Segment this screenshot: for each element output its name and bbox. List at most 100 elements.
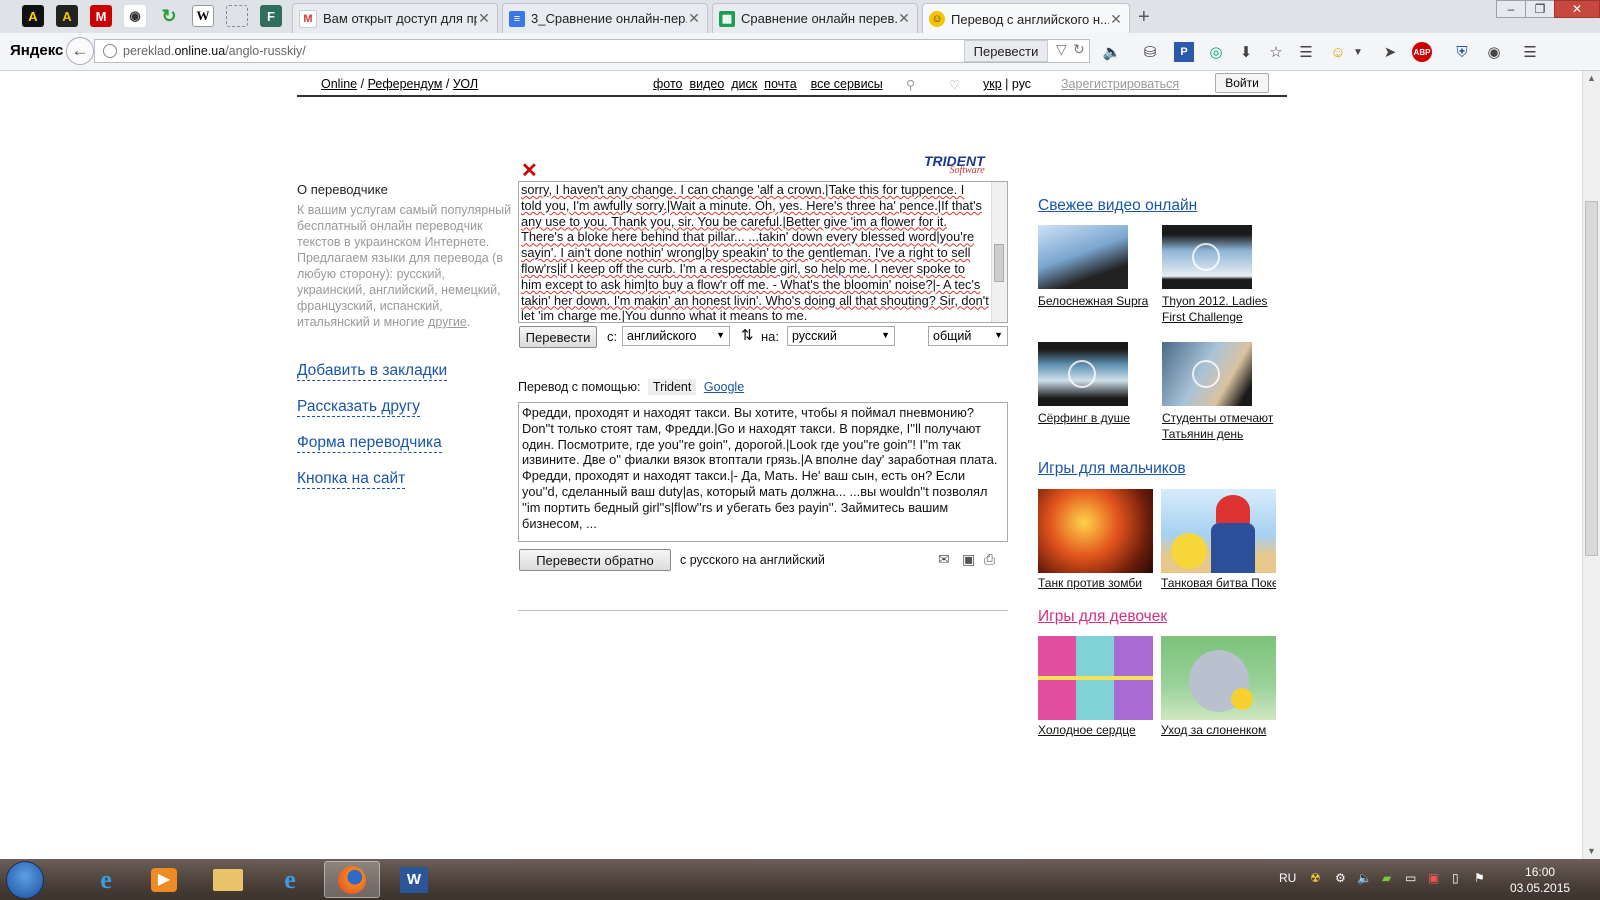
clear-icon[interactable]: ✕ <box>521 158 538 183</box>
scroll-up-icon[interactable]: ▲ <box>1587 73 1596 83</box>
foto-link[interactable]: фото <box>653 77 683 91</box>
video-thumbnail[interactable] <box>1038 342 1128 406</box>
smiley-icon[interactable]: ☺ <box>1328 42 1348 62</box>
close-icon[interactable]: ✕ <box>897 10 911 27</box>
pinned-tab-refresh-icon[interactable]: ↻ <box>158 5 180 27</box>
internet-explorer-task[interactable]: e <box>78 861 134 898</box>
all-services-link[interactable]: все сервисы <box>811 77 883 91</box>
restore-button[interactable]: ❐ <box>1525 0 1555 18</box>
translate-button[interactable]: Перевести <box>519 326 597 348</box>
game-caption[interactable]: Уход за слоненком <box>1161 722 1276 738</box>
shield-icon[interactable]: ⛨ <box>1452 42 1472 62</box>
print-icon[interactable]: ⎙ <box>984 551 995 568</box>
girls-games-heading[interactable]: Игры для девочек <box>1038 608 1167 626</box>
game-thumbnail[interactable] <box>1161 489 1276 573</box>
bookmark-star-icon[interactable]: ☆ <box>1266 42 1286 62</box>
extension-icon[interactable]: ⛁ <box>1140 42 1160 62</box>
save-icon[interactable]: ▣ <box>962 551 975 568</box>
game-thumbnail[interactable] <box>1038 489 1153 573</box>
referendum-link[interactable]: Референдум <box>368 77 443 91</box>
video-caption[interactable]: Студенты отмечают Татьянин день <box>1162 410 1282 442</box>
new-tab-button[interactable]: + <box>1138 6 1150 29</box>
topic-select[interactable]: общий ▼ <box>928 326 1008 346</box>
video-thumbnail[interactable] <box>1162 342 1252 406</box>
game-thumbnail[interactable] <box>1161 636 1276 720</box>
register-link[interactable]: Зарегистрироваться <box>1061 77 1179 91</box>
close-window-button[interactable]: ✕ <box>1554 0 1600 18</box>
volume-icon[interactable]: 🔈 <box>1357 871 1372 885</box>
send-icon[interactable]: ➤ <box>1380 42 1400 62</box>
adblock-icon[interactable]: ABP <box>1412 42 1432 62</box>
translate-back-button[interactable]: Перевести обратно <box>519 549 671 571</box>
ie-task[interactable]: e <box>262 861 318 898</box>
system-clock[interactable]: 16:00 03.05.2015 <box>1510 864 1570 896</box>
pinned-tab-a-icon[interactable]: A <box>22 5 44 27</box>
tray-app-icon[interactable]: ⚙ <box>1335 871 1346 885</box>
source-scrollbar[interactable] <box>991 182 1007 322</box>
boys-games-heading[interactable]: Игры для мальчиков <box>1038 460 1186 478</box>
video-caption[interactable]: Сёрфинг в душе <box>1038 410 1158 426</box>
menu-icon[interactable]: ☰ <box>1520 42 1540 62</box>
chevron-down-icon[interactable]: ▼ <box>1348 42 1368 62</box>
translation-output[interactable]: Фредди, проходят и находят такси. Вы хот… <box>518 402 1008 542</box>
pinned-tab-owl-icon[interactable]: ◉ <box>124 5 146 27</box>
tab-docs[interactable]: ≡ 3_Сравнение онлайн-пер... ✕ <box>502 3 708 33</box>
flag-icon[interactable]: ⚑ <box>1474 871 1485 885</box>
fresh-video-heading[interactable]: Свежее видео онлайн <box>1038 197 1197 215</box>
pinned-tab-f-icon[interactable]: F <box>260 5 282 27</box>
pinned-tab-wikipedia-icon[interactable]: W <box>192 5 214 27</box>
yandex-logo[interactable]: Яндекс <box>10 42 63 59</box>
speaker-icon[interactable]: 🔈 <box>1102 42 1122 62</box>
tab-sheets[interactable]: ▦ Сравнение онлайн перев... ✕ <box>712 3 918 33</box>
google-engine-link[interactable]: Google <box>704 380 744 394</box>
pinned-tab-blank-icon[interactable] <box>226 5 248 27</box>
scrollbar-thumb[interactable] <box>994 244 1004 282</box>
heart-icon[interactable]: ♡ <box>949 77 960 92</box>
close-icon[interactable]: ✕ <box>1109 11 1123 28</box>
bookmarks-list-icon[interactable]: ☰ <box>1296 42 1316 62</box>
mail-icon[interactable]: ✉ <box>938 551 950 568</box>
translator-form-link[interactable]: Форма переводчика <box>297 434 442 453</box>
dropdown-icon[interactable]: ▽ <box>1056 41 1067 58</box>
battery-icon[interactable]: ▭ <box>1405 871 1416 885</box>
language-indicator[interactable]: RU <box>1279 871 1296 885</box>
to-language-select[interactable]: русский ▼ <box>787 326 895 346</box>
address-bar[interactable]: pereklad. online.ua/anglo-russkiy/ <box>94 39 1090 63</box>
swap-languages-icon[interactable]: ⇅ <box>741 326 754 344</box>
site-button-link[interactable]: Кнопка на сайт <box>297 470 406 489</box>
trident-engine-option[interactable]: Trident <box>647 379 697 395</box>
p-extension-icon[interactable]: P <box>1174 42 1194 62</box>
source-textarea[interactable]: sorry, I haven't any change. I can chang… <box>518 181 1008 323</box>
c-extension-icon[interactable]: ◎ <box>1206 42 1226 62</box>
ukr-link[interactable]: укр <box>983 77 1002 91</box>
monitor-icon[interactable]: ▯ <box>1452 871 1459 885</box>
add-bookmark-link[interactable]: Добавить в закладки <box>297 362 448 381</box>
online-link[interactable]: Online <box>321 77 357 91</box>
download-icon[interactable]: ⬇ <box>1236 42 1256 62</box>
pinned-tab-m-icon[interactable]: M <box>90 5 112 27</box>
nvidia-icon[interactable]: ▰ <box>1382 871 1391 885</box>
scroll-down-icon[interactable]: ▼ <box>1587 846 1596 856</box>
firefox-task[interactable] <box>324 861 380 898</box>
close-icon[interactable]: ✕ <box>477 10 491 27</box>
page-scrollbar[interactable]: ▲ ▼ <box>1582 71 1600 859</box>
explorer-task[interactable] <box>200 861 256 898</box>
start-button[interactable] <box>6 861 44 899</box>
from-language-select[interactable]: английского ▼ <box>622 326 730 346</box>
video-thumbnail[interactable] <box>1038 225 1128 289</box>
game-caption[interactable]: Холодное сердце <box>1038 722 1153 738</box>
pinned-tab-a2-icon[interactable]: A <box>56 5 78 27</box>
network-icon[interactable]: ▣ <box>1428 871 1439 885</box>
login-button[interactable]: Войти <box>1215 73 1269 93</box>
close-icon[interactable]: ✕ <box>687 10 701 27</box>
minimize-button[interactable]: – <box>1496 0 1526 18</box>
search-icon[interactable]: ⚲ <box>906 77 915 92</box>
game-caption[interactable]: Танковая битва Покемон <box>1161 575 1276 591</box>
video-caption[interactable]: Белоснежная Supra <box>1038 293 1158 309</box>
page-translate-button[interactable]: Перевести <box>964 40 1048 62</box>
video-thumbnail[interactable] <box>1162 225 1252 289</box>
tray-radiation-icon[interactable]: ☢ <box>1310 871 1321 885</box>
tab-translator[interactable]: ☺ Перевод с английского н... ✕ <box>922 3 1130 34</box>
page-scrollbar-thumb[interactable] <box>1585 201 1598 556</box>
tab-gmail[interactable]: M Вам открыт доступ для пр... ✕ <box>292 3 498 33</box>
